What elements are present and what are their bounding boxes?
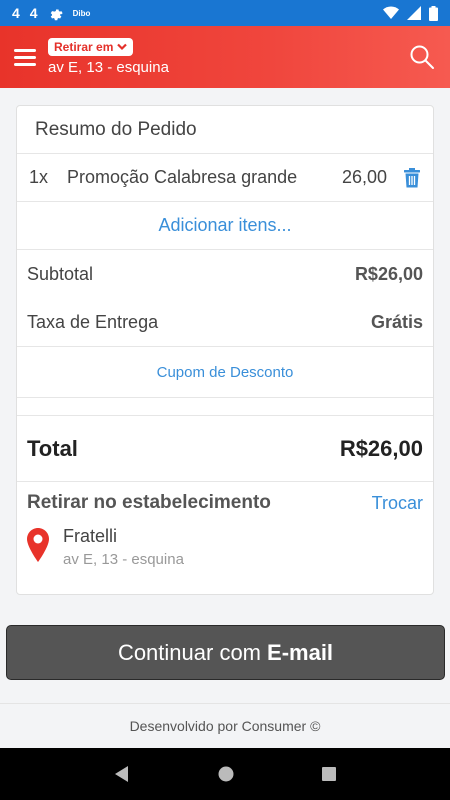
hamburger-menu-icon[interactable] bbox=[14, 46, 36, 68]
home-icon[interactable] bbox=[217, 765, 235, 783]
search-icon[interactable] bbox=[408, 43, 436, 71]
subtotal-row: Subtotal R$26,00 bbox=[17, 250, 433, 298]
pickup-mode-dropdown[interactable]: Retirar em bbox=[48, 38, 134, 56]
order-summary-title: Resumo do Pedido bbox=[17, 106, 433, 154]
store-name: Fratelli bbox=[63, 526, 118, 546]
cart-item-row: 1x Promoção Calabresa grande 26,00 bbox=[17, 154, 433, 202]
add-items-link[interactable]: Adicionar itens... bbox=[17, 202, 433, 250]
dibo-app-icon: Dibo bbox=[72, 8, 91, 18]
pickup-title: Retirar no estabelecimento bbox=[27, 492, 271, 513]
change-pickup-link[interactable]: Trocar bbox=[372, 493, 423, 514]
store-info: Fratelli av E, 13 - esquina bbox=[27, 526, 423, 568]
delivery-fee-label: Taxa de Entrega bbox=[27, 311, 159, 332]
continue-button-method: E-mail bbox=[267, 639, 334, 665]
location-pin-icon bbox=[27, 528, 49, 562]
status-notification-count: 4 bbox=[12, 5, 20, 21]
footer-credit: Desenvolvido por Consumer © bbox=[0, 703, 450, 748]
app-header: Retirar em av E, 13 - esquina bbox=[0, 26, 450, 88]
store-address: av E, 13 - esquina bbox=[63, 551, 184, 568]
signal-icon bbox=[407, 6, 421, 20]
chevron-down-icon bbox=[117, 43, 128, 51]
wifi-icon bbox=[383, 6, 399, 19]
back-icon[interactable] bbox=[113, 765, 131, 783]
subtotal-label: Subtotal bbox=[27, 263, 94, 284]
delivery-fee-value: Grátis bbox=[370, 311, 423, 332]
header-address: av E, 13 - esquina bbox=[48, 59, 169, 76]
item-quantity: 1x bbox=[29, 167, 49, 187]
battery-icon bbox=[429, 5, 438, 21]
pickup-section: Retirar no estabelecimento Trocar Fratel… bbox=[17, 482, 433, 568]
order-summary-card: Resumo do Pedido 1x Promoção Calabresa g… bbox=[16, 105, 434, 595]
total-value: R$26,00 bbox=[339, 435, 423, 461]
continue-email-button[interactable]: Continuar com E-mail bbox=[6, 625, 445, 680]
item-price: 26,00 bbox=[341, 167, 387, 187]
divider bbox=[17, 398, 433, 416]
trash-icon[interactable] bbox=[403, 167, 421, 188]
item-name: Promoção Calabresa grande bbox=[67, 167, 298, 187]
recents-icon[interactable] bbox=[321, 766, 337, 782]
total-label: Total bbox=[27, 435, 78, 461]
total-row: Total R$26,00 bbox=[17, 416, 433, 482]
pickup-mode-label: Retirar em bbox=[54, 40, 114, 54]
android-nav-bar bbox=[0, 748, 450, 800]
pickup-address-selector[interactable]: Retirar em av E, 13 - esquina bbox=[48, 38, 169, 76]
continue-button-prefix: Continuar com bbox=[117, 639, 262, 665]
status-bar: 4 4 Dibo bbox=[0, 0, 450, 26]
coupon-link[interactable]: Cupom de Desconto bbox=[17, 346, 433, 398]
settings-gear-icon bbox=[50, 8, 63, 20]
status-notification-count: 4 bbox=[29, 5, 38, 21]
subtotal-value: R$26,00 bbox=[354, 263, 423, 284]
delivery-fee-row: Taxa de Entrega Grátis bbox=[17, 298, 433, 346]
